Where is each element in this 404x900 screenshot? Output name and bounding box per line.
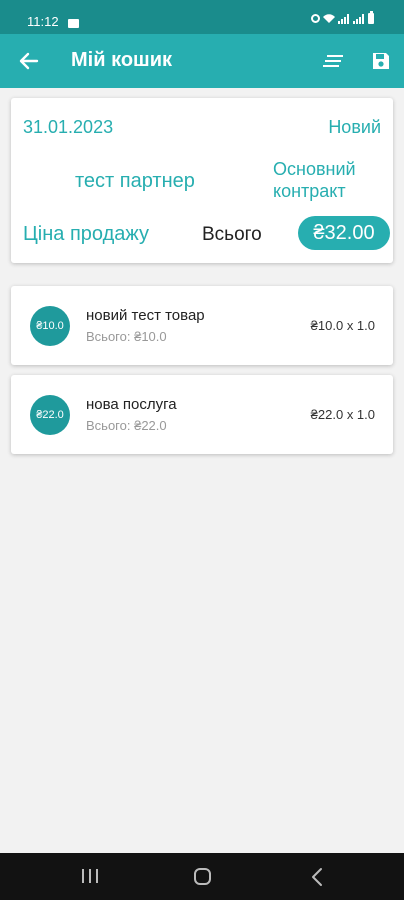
save-button[interactable] xyxy=(366,46,396,76)
price-type[interactable]: Ціна продажу xyxy=(23,223,149,246)
contract-name[interactable]: Основний контракт xyxy=(273,158,383,202)
back-button[interactable] xyxy=(14,46,44,76)
sort-button[interactable] xyxy=(318,46,348,76)
item-name: нова послуга xyxy=(86,396,177,413)
sort-lines-icon xyxy=(323,55,343,67)
signal-icon xyxy=(353,13,364,24)
photo-icon xyxy=(68,15,79,33)
battery-icon xyxy=(368,11,374,24)
status-time: 11:12 xyxy=(27,14,59,29)
system-nav-bar xyxy=(0,853,404,900)
partner-name[interactable]: тест партнер xyxy=(75,170,195,193)
arrow-left-icon xyxy=(19,52,39,70)
item-price-avatar: ₴10.0 xyxy=(30,306,70,346)
item-price-avatar: ₴22.0 xyxy=(30,395,70,435)
order-status: Новий xyxy=(328,117,381,137)
order-date: 31.01.2023 xyxy=(23,117,114,137)
nav-back-icon[interactable] xyxy=(308,866,328,888)
recent-apps-icon[interactable] xyxy=(82,869,98,885)
status-icons xyxy=(311,11,374,24)
item-price-qty: ₴10.0 x 1.0 xyxy=(310,318,375,333)
cart-item[interactable]: ₴10.0 новий тест товар Всього: ₴10.0 ₴10… xyxy=(11,286,393,365)
cart-item[interactable]: ₴22.0 нова послуга Всього: ₴22.0 ₴22.0 x… xyxy=(11,375,393,454)
status-bar: 11:12 xyxy=(0,0,404,34)
wifi-icon xyxy=(323,13,335,23)
total-label: Всього xyxy=(202,224,262,245)
order-summary-card[interactable]: 31.01.2023 Новий тест партнер Основний к… xyxy=(11,98,393,263)
item-name: новий тест товар xyxy=(86,307,205,324)
item-subtotal: Всього: ₴10.0 xyxy=(86,329,167,344)
item-subtotal: Всього: ₴22.0 xyxy=(86,418,167,433)
save-icon xyxy=(373,53,389,69)
alarm-icon xyxy=(311,14,320,23)
page-title: Мій кошик xyxy=(71,49,173,71)
app-bar: Мій кошик xyxy=(0,34,404,88)
home-icon[interactable] xyxy=(194,868,211,885)
signal-icon xyxy=(338,13,349,24)
item-price-qty: ₴22.0 x 1.0 xyxy=(310,407,375,422)
total-badge: ₴32.00 xyxy=(298,216,390,250)
